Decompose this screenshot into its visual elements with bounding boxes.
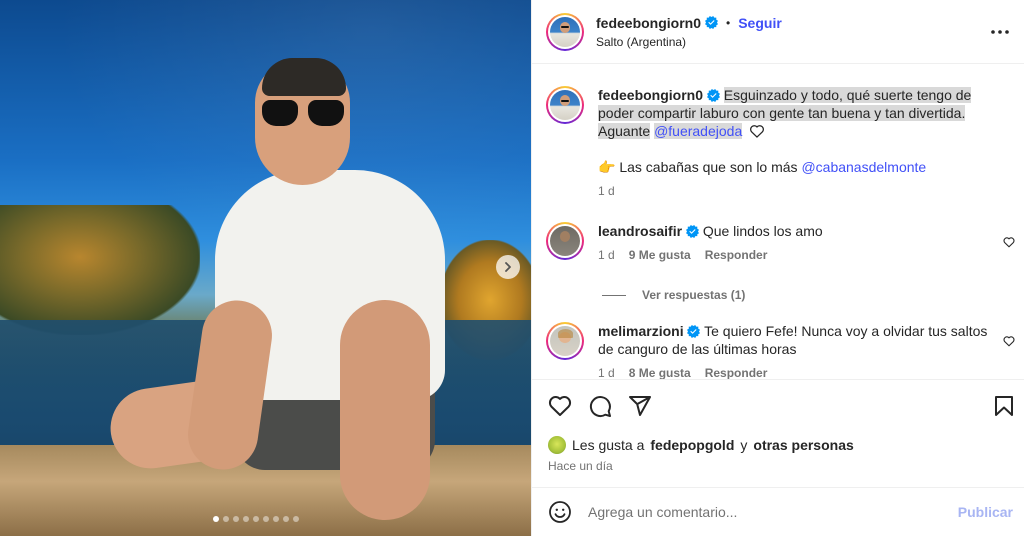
carousel-dot [293,516,299,522]
emoji-picker-icon[interactable] [548,500,572,524]
likes-conjunction: y [740,437,748,453]
verified-badge-icon [706,89,720,102]
verified-badge-icon [705,16,719,29]
comments-list[interactable]: fedeebongiorn0 Esguinzado y todo, qué su… [532,64,1024,380]
caption-mention[interactable]: @fueradejoda [654,123,743,139]
carousel-dot [233,516,239,522]
pointing-hand-emoji-icon: 👉 [598,159,616,175]
action-bar [532,380,1024,434]
view-replies-label: Ver respuestas (1) [642,288,746,302]
carousel-dot [243,516,249,522]
caption-item: fedeebongiorn0 Esguinzado y todo, qué su… [546,86,998,200]
comment-username[interactable]: leandrosaifir [598,223,682,239]
liker-avatar[interactable] [548,436,566,454]
carousel-next-button[interactable] [496,255,520,279]
comment-composer: Publicar [532,487,1024,536]
comment-input[interactable] [588,504,958,520]
comment-text: Que lindos los amo [702,223,823,239]
comment-likes[interactable]: 8 Me gusta [629,364,691,379]
chevron-right-icon [505,262,511,272]
likes-prefix: Les gusta a [572,437,645,453]
photo-trees-left [0,205,200,335]
post-header: fedeebongiorn0 • Seguir Salto (Argentina… [532,0,1024,64]
comment-avatar[interactable] [546,222,584,260]
comment-item: leandrosaifir Que lindos los amo 1 d 9 M… [546,222,998,264]
comment-time[interactable]: 1 d [598,364,615,379]
comment-reply-button[interactable]: Responder [705,364,768,379]
carousel-dot [263,516,269,522]
caption-line2-text: Las cabañas que son lo más [619,159,798,175]
comment-like-heart-icon[interactable] [1003,335,1015,347]
carousel-indicator [213,516,299,522]
comment-avatar[interactable] [546,322,584,360]
photo-person-knee [340,300,430,520]
verified-badge-icon [685,225,699,238]
caption-time[interactable]: 1 d [598,182,615,200]
post-timestamp[interactable]: Hace un día [548,459,613,473]
author-username[interactable]: fedeebongiorn0 [596,15,701,31]
share-send-icon[interactable] [628,394,652,418]
post-photo[interactable] [0,0,531,536]
comment-bubble-icon[interactable] [588,394,612,418]
like-heart-icon[interactable] [548,394,572,418]
header-separator: • [726,15,731,30]
comment-like-heart-icon[interactable] [1003,236,1015,248]
carousel-dot [283,516,289,522]
view-replies-line [602,294,626,296]
comment-likes[interactable]: 9 Me gusta [629,246,691,264]
post-side-panel: fedeebongiorn0 • Seguir Salto (Argentina… [531,0,1024,536]
caption-avatar[interactable] [546,86,584,124]
more-options-button[interactable] [990,22,1010,42]
save-bookmark-icon[interactable] [992,394,1016,418]
carousel-dot [213,516,219,522]
verified-badge-icon [687,325,701,338]
photo-person-hair [262,58,346,96]
view-replies-button[interactable]: Ver respuestas (1) [602,288,745,302]
comment-reply-button[interactable]: Responder [705,246,768,264]
follow-button[interactable]: Seguir [738,15,782,31]
comment-username[interactable]: melimarzioni [598,323,684,339]
post-location[interactable]: Salto (Argentina) [596,35,782,49]
carousel-dot [223,516,229,522]
caption-line2-mention[interactable]: @cabanasdelmonte [801,159,926,175]
likes-others[interactable]: otras personas [753,437,853,453]
publish-button[interactable]: Publicar [958,504,1013,520]
comment-time[interactable]: 1 d [598,246,615,264]
caption-username[interactable]: fedeebongiorn0 [598,87,703,103]
photo-sunglasses [262,100,344,126]
carousel-dot [253,516,259,522]
carousel-dot [273,516,279,522]
heart-emoji-icon [750,125,765,138]
more-horizontal-icon [991,30,1009,34]
likes-user[interactable]: fedepopgold [650,437,734,453]
likes-summary[interactable]: Les gusta a fedepopgold y otras personas [548,436,854,454]
author-avatar[interactable] [546,12,584,51]
comment-item: melimarzioni Te quiero Fefe! Nunca voy a… [546,322,988,379]
